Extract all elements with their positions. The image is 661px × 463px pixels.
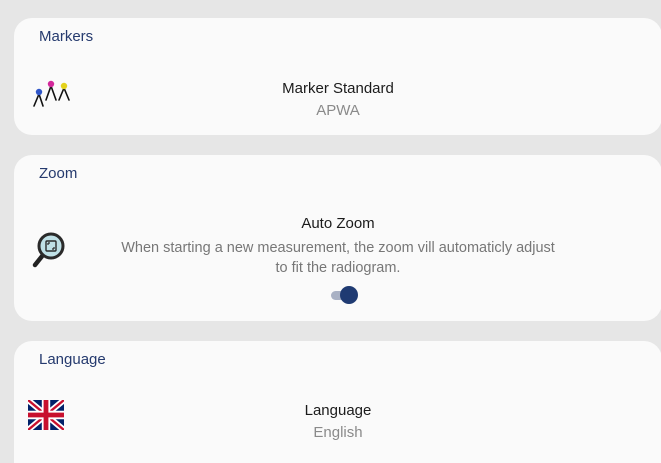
marker-standard-title: Marker Standard — [282, 80, 394, 97]
language-setting[interactable]: Language English — [14, 402, 661, 441]
language-title: Language — [304, 402, 372, 419]
auto-zoom-setting: Auto Zoom When starting a new measuremen… — [14, 215, 661, 278]
marker-standard-setting[interactable]: Marker Standard APWA — [14, 80, 661, 119]
auto-zoom-title: Auto Zoom — [301, 215, 375, 232]
zoom-section-title: Zoom — [39, 165, 78, 182]
language-value: English — [313, 424, 363, 441]
settings-page: Markers Marker Standard APWA Zoom Auto Z… — [0, 0, 661, 463]
zoom-card: Zoom Auto Zoom When starting a new measu… — [14, 155, 661, 321]
markers-section-title: Markers — [39, 28, 94, 45]
auto-zoom-toggle-thumb — [340, 286, 358, 304]
auto-zoom-description-line2: to fit the radiogram. — [275, 260, 401, 276]
language-card: Language Language English — [14, 341, 661, 463]
language-section-title: Language — [39, 351, 106, 368]
marker-standard-value: APWA — [316, 102, 360, 119]
auto-zoom-toggle[interactable] — [329, 286, 359, 304]
auto-zoom-description-line1: When starting a new measurement, the zoo… — [121, 240, 555, 256]
markers-card: Markers Marker Standard APWA — [14, 18, 661, 135]
auto-zoom-description: When starting a new measurement, the zoo… — [14, 238, 661, 278]
